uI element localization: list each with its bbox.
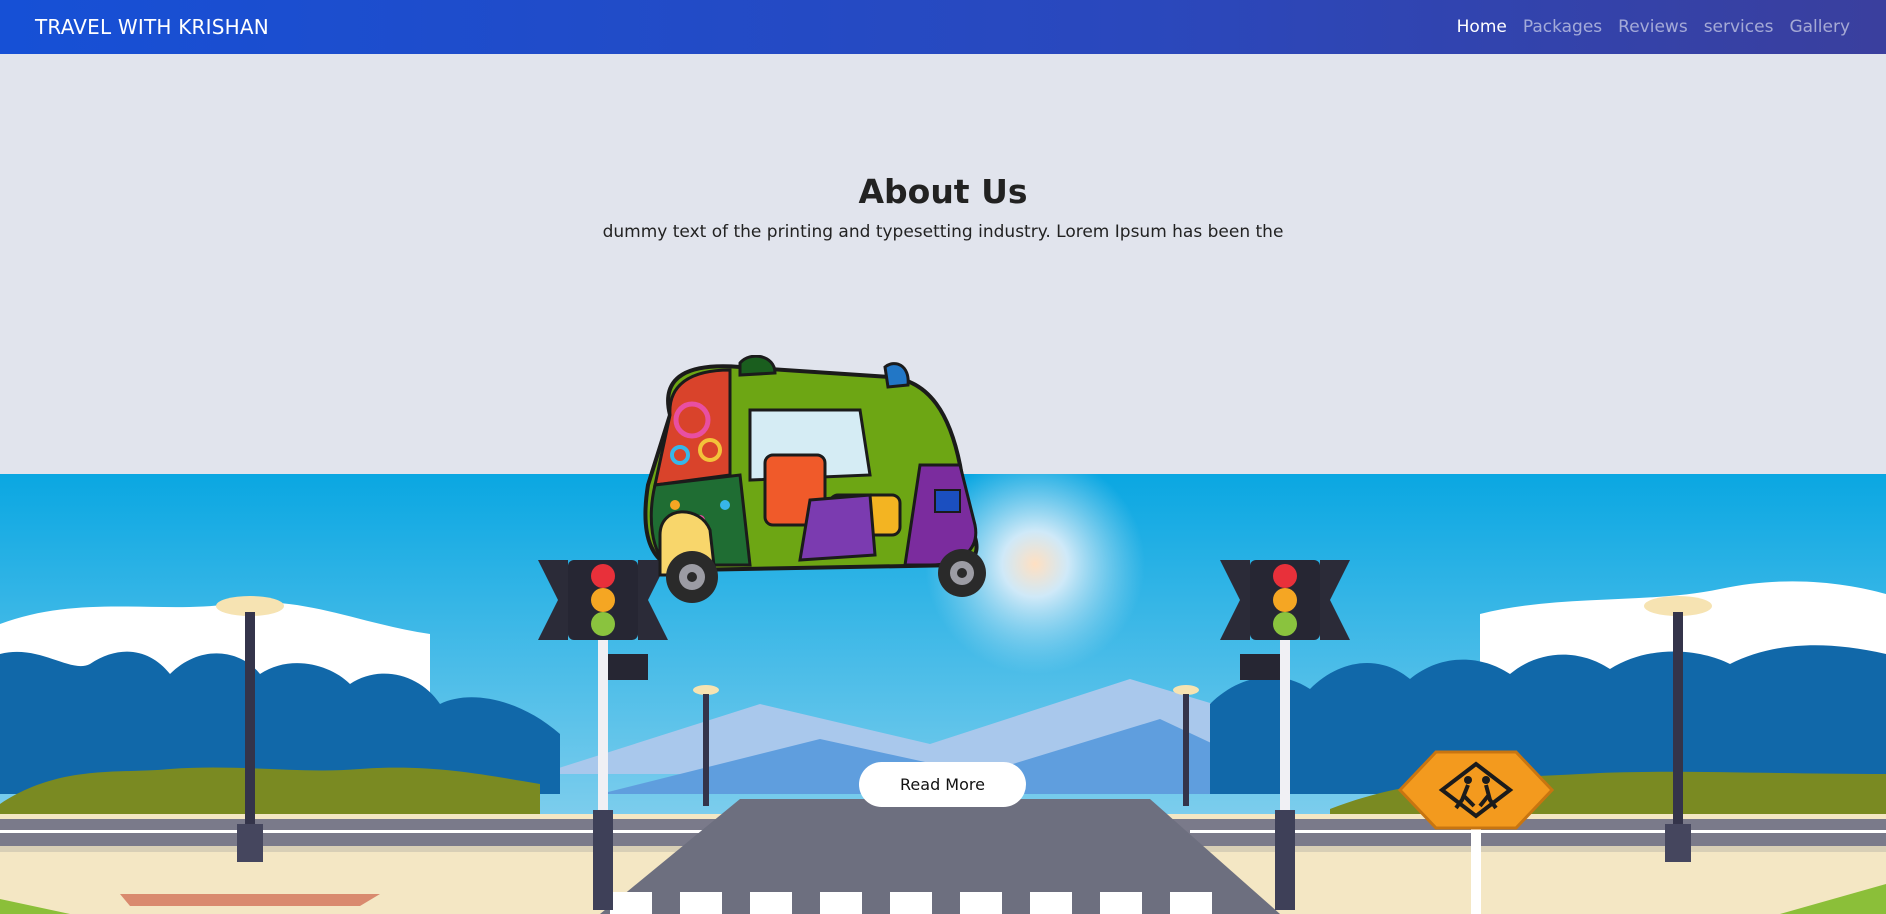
street-lamp-icon xyxy=(693,685,719,806)
about-description: dummy text of the printing and typesetti… xyxy=(602,222,1284,242)
top-navbar: TRAVEL WITH KRISHAN Home Packages Review… xyxy=(0,0,1886,54)
read-more-button[interactable]: Read More xyxy=(859,762,1026,807)
traffic-light-icon xyxy=(1220,560,1350,910)
about-title: About Us xyxy=(858,172,1028,211)
brand-logo-link[interactable]: TRAVEL WITH KRISHAN xyxy=(35,15,269,39)
school-crossing-sign-icon xyxy=(1398,750,1554,914)
nav-menu: Home Packages Reviews services Gallery xyxy=(1457,17,1850,37)
auto-rickshaw-icon xyxy=(643,355,986,603)
nav-link-services[interactable]: services xyxy=(1704,17,1774,37)
street-lamp-icon xyxy=(1173,685,1199,806)
street-lamp-icon xyxy=(216,596,284,862)
nav-link-gallery[interactable]: Gallery xyxy=(1789,17,1850,37)
street-lamp-icon xyxy=(1644,596,1712,862)
nav-link-home[interactable]: Home xyxy=(1457,17,1507,37)
nav-link-reviews[interactable]: Reviews xyxy=(1618,17,1688,37)
nav-link-packages[interactable]: Packages xyxy=(1523,17,1602,37)
